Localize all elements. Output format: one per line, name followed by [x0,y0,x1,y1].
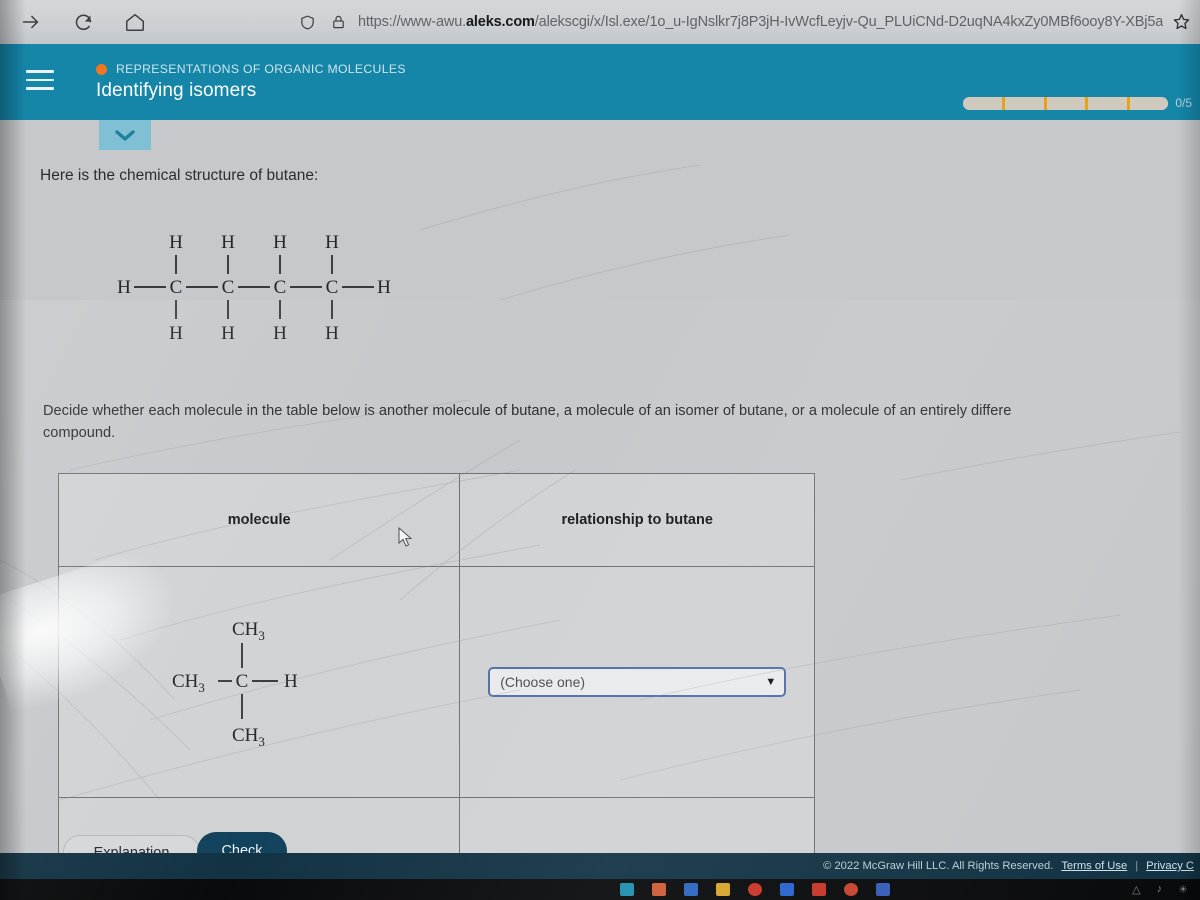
atom-label-h: H [273,323,287,344]
screen-photo: https://www-awu.aleks.com/alekscgi/x/Isl… [0,0,1200,900]
footer-separator: | [1135,860,1139,872]
url-path: /alekscgi/x/Isl.exe/1o_u-IgNslkr7j8P3jH-… [534,14,1164,30]
browser-toolbar: https://www-awu.aleks.com/alekscgi/x/Isl… [0,0,1200,44]
taskbar-icon-orange[interactable] [652,883,666,896]
atom-label-h: H [273,232,287,253]
progress-segment [1088,96,1130,110]
progress-segment [1129,96,1169,110]
caret-down-icon: ▼ [765,676,777,688]
atom-label-h: H [169,232,183,253]
atom-label-h: H [284,671,298,692]
atom-label-h: H [169,323,183,344]
page-footer: © 2022 McGraw Hill LLC. All Rights Reser… [0,853,1200,879]
question-prompt: Decide whether each molecule in the tabl… [43,400,1200,444]
taskbar-icon-gmail[interactable] [812,883,826,896]
table-header-row: molecule relationship to butane [57,473,815,567]
url-domain: aleks.com [466,14,535,30]
lock-icon [327,11,349,33]
taskbar-icon-blue[interactable] [684,883,698,896]
reload-icon[interactable] [72,11,94,33]
browser-nav-icons [20,11,146,33]
atom-label-h: H [117,277,131,298]
table-row: CH3 CH3 C H CH3 (Choose one) ▼ [57,566,815,798]
progress-segment [963,96,1005,110]
tray-chevron-icon[interactable]: △ [1132,883,1140,896]
taskbar-icon-folder[interactable] [780,883,794,896]
address-bar[interactable]: https://www-awu.aleks.com/alekscgi/x/Isl… [296,11,1200,33]
topic-dot-icon [96,63,107,75]
terms-of-use-link[interactable]: Terms of Use [1061,860,1127,872]
atom-label-c: C [170,277,183,298]
star-icon[interactable] [1170,10,1192,32]
taskbar-tray: △ ♪ ☀ [1132,883,1188,896]
progress-indicator: 0/5 [963,96,1192,110]
progress-segment [1046,96,1089,110]
atom-label-h: H [325,323,339,344]
atom-label-h: H [221,232,235,253]
hamburger-line [26,78,54,81]
butane-svg: H H H H H C C C C H H H H H [117,232,391,344]
taskbar-icon-red[interactable] [748,883,762,896]
privacy-link[interactable]: Privacy C [1146,860,1194,872]
hamburger-menu-icon[interactable] [26,70,54,96]
copyright-text: © 2022 McGraw Hill LLC. All Rights Reser… [823,860,1054,872]
progress-count: 0/5 [1175,96,1192,110]
topic-label: REPRESENTATIONS OF ORGANIC MOLECULES [116,62,406,76]
taskbar-icon-teal[interactable] [620,883,634,896]
column-header-relationship: relationship to butane [459,473,815,567]
atom-label-ch3: CH3 [172,671,205,695]
taskbar-icon-yellow[interactable] [716,883,730,896]
chevron-down-icon [115,130,135,141]
atom-label-c: C [326,277,339,298]
molecule-cell: CH3 CH3 C H CH3 [57,566,461,798]
taskbar-icon-sync[interactable] [876,883,890,896]
shield-icon[interactable] [296,11,318,33]
relationship-dropdown[interactable]: (Choose one) ▼ [488,667,787,697]
tray-volume-icon[interactable]: ♪ [1157,883,1163,896]
dropdown-value: (Choose one) [500,674,586,690]
hamburger-line [26,87,54,90]
os-taskbar: △ ♪ ☀ [0,879,1200,900]
atom-label-c: C [274,277,287,298]
collapse-panel-tab[interactable] [99,120,151,150]
column-header-molecule: molecule [57,473,461,567]
isobutane-structure-diagram: CH3 CH3 C H CH3 [172,619,298,749]
progress-segment [1004,96,1047,110]
progress-bar [963,96,1169,110]
url-text: https://www-awu.aleks.com/alekscgi/x/Isl… [358,14,1163,30]
tray-network-icon[interactable]: ☀ [1178,883,1188,896]
atom-label-ch3: CH3 [232,725,265,749]
topic-row: REPRESENTATIONS OF ORGANIC MOLECULES [96,62,406,76]
page-title: Identifying isomers [96,80,257,101]
atom-label-h: H [221,323,235,344]
atom-label-ch3: CH3 [232,619,265,643]
prompt-line-1: Decide whether each molecule in the tabl… [43,403,1012,419]
relationship-cell: (Choose one) ▼ [459,566,815,798]
taskbar-icon-chrome[interactable] [844,883,858,896]
forward-arrow-icon[interactable] [20,11,42,33]
home-icon[interactable] [124,11,146,33]
hamburger-line [26,70,54,73]
butane-structure-diagram: H H H H H C C C C H H H H H [110,226,410,361]
relationship-cell [459,797,815,859]
atom-label-c: C [236,671,249,692]
prompt-line-2: compound. [43,425,116,441]
atom-label-c: C [222,277,235,298]
url-scheme: https://www-awu. [358,14,466,30]
intro-text: Here is the chemical structure of butane… [40,167,319,184]
atom-label-h: H [377,277,391,298]
atom-label-h: H [325,232,339,253]
lesson-content: Here is the chemical structure of butane… [0,120,1200,871]
molecule-table: molecule relationship to butane CH3 CH3 … [57,473,815,859]
